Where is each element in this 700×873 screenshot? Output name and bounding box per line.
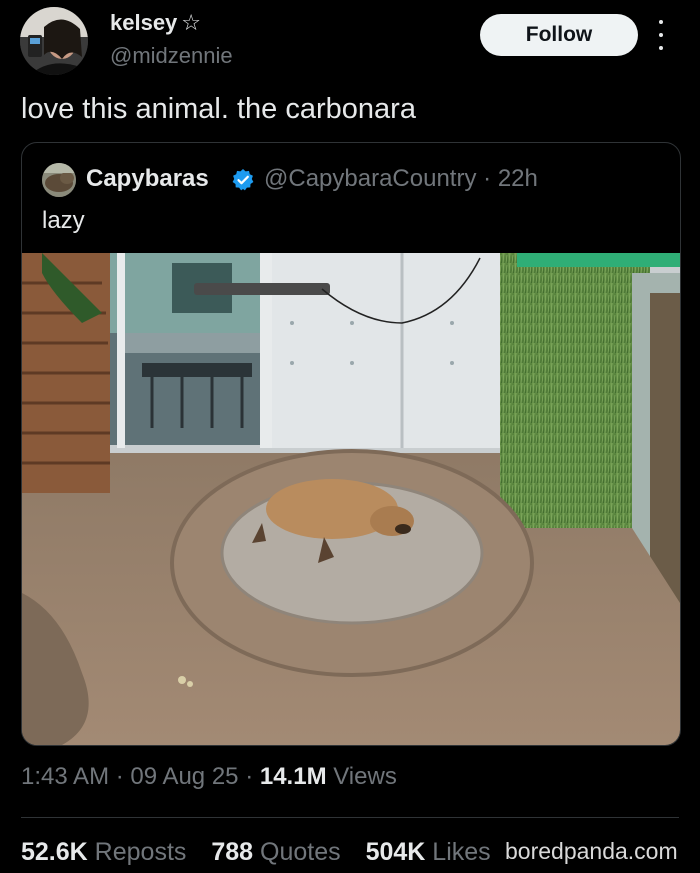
quoted-post[interactable]: Capybaras @CapybaraCountry · 22h lazy: [21, 142, 681, 746]
divider: [21, 817, 679, 818]
post-meta: 1:43 AM · 09 Aug 25 · 14.1M Views: [21, 763, 397, 791]
quotes-count: 788: [211, 838, 254, 866]
reposts-count: 52.6K: [21, 838, 88, 866]
post-text: love this animal. the carbonara: [21, 93, 416, 125]
quotes-stat[interactable]: 788 Quotes: [211, 838, 340, 866]
quoted-timestamp[interactable]: 22h: [498, 165, 538, 192]
quoted-handle[interactable]: @CapybaraCountry: [264, 165, 476, 192]
quoted-text: lazy: [42, 207, 85, 234]
star-icon: ☆: [181, 10, 202, 35]
author-avatar[interactable]: [20, 7, 88, 75]
views-label: Views: [333, 763, 397, 790]
follow-button[interactable]: Follow: [480, 14, 638, 56]
post-time[interactable]: 1:43 AM: [21, 763, 109, 790]
engagement-stats: 52.6K Reposts 788 Quotes 504K Likes: [21, 838, 491, 867]
author-display-name[interactable]: kelsey ☆: [110, 10, 201, 36]
likes-stat[interactable]: 504K Likes: [366, 838, 491, 866]
likes-label: Likes: [432, 838, 491, 866]
separator-dot: ·: [115, 763, 124, 790]
quoted-handle-line[interactable]: @CapybaraCountry · 22h: [264, 165, 538, 193]
post-date[interactable]: 09 Aug 25: [130, 763, 238, 790]
more-options-icon[interactable]: [654, 20, 668, 50]
separator-dot: ·: [245, 763, 254, 790]
views-count: 14.1M: [259, 763, 327, 790]
reposts-stat[interactable]: 52.6K Reposts: [21, 838, 186, 866]
quotes-label: Quotes: [260, 838, 341, 866]
watermark: boredpanda.com: [505, 838, 678, 864]
likes-count: 504K: [365, 838, 426, 866]
quoted-author-avatar[interactable]: [42, 163, 76, 197]
quoted-display-name[interactable]: Capybaras: [86, 165, 209, 193]
verified-badge-icon: [232, 169, 254, 191]
author-handle[interactable]: @midzennie: [110, 43, 233, 69]
separator-dot: ·: [483, 165, 492, 192]
reposts-label: Reposts: [94, 838, 187, 866]
capybara-photo[interactable]: [22, 253, 680, 745]
author-name-text[interactable]: kelsey: [110, 10, 177, 35]
